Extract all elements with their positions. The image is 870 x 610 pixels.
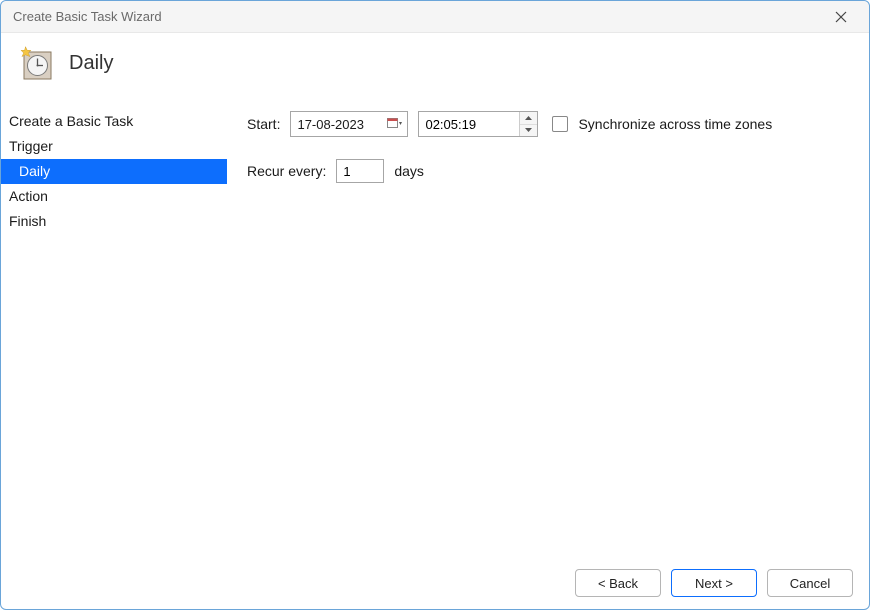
- sync-checkbox[interactable]: [552, 116, 568, 132]
- wizard-header: Daily: [1, 33, 869, 105]
- recur-unit: days: [394, 163, 424, 179]
- recur-input[interactable]: [336, 159, 384, 183]
- time-spinner: [519, 112, 537, 136]
- date-picker[interactable]: 17-08-2023: [290, 111, 408, 137]
- clock-wizard-icon: [19, 45, 55, 81]
- sync-label: Synchronize across time zones: [578, 116, 772, 132]
- sidebar-item-finish[interactable]: Finish: [1, 209, 227, 234]
- wizard-content: Start: 17-08-2023 02:05:19: [227, 105, 869, 555]
- wizard-body: Create a Basic Task Trigger Daily Action…: [1, 105, 869, 555]
- back-button[interactable]: < Back: [575, 569, 661, 597]
- start-row: Start: 17-08-2023 02:05:19: [247, 111, 853, 137]
- next-button[interactable]: Next >: [671, 569, 757, 597]
- wizard-sidebar: Create a Basic Task Trigger Daily Action…: [1, 105, 227, 555]
- recur-label: Recur every:: [247, 163, 326, 179]
- start-label: Start:: [247, 116, 280, 132]
- titlebar: Create Basic Task Wizard: [1, 1, 869, 33]
- chevron-up-icon: [525, 116, 532, 120]
- date-value: 17-08-2023: [297, 117, 364, 132]
- sidebar-item-trigger[interactable]: Trigger: [1, 134, 227, 159]
- spinner-up-button[interactable]: [520, 112, 537, 125]
- sidebar-item-create[interactable]: Create a Basic Task: [1, 109, 227, 134]
- recur-row: Recur every: days: [247, 159, 853, 183]
- close-button[interactable]: [823, 3, 859, 31]
- sidebar-item-action[interactable]: Action: [1, 184, 227, 209]
- chevron-down-icon: [525, 128, 532, 132]
- sidebar-item-daily[interactable]: Daily: [1, 159, 227, 184]
- time-picker[interactable]: 02:05:19: [418, 111, 538, 137]
- window-title: Create Basic Task Wizard: [13, 9, 162, 24]
- wizard-footer: < Back Next > Cancel: [1, 557, 869, 609]
- calendar-dropdown-icon[interactable]: [387, 116, 403, 132]
- spinner-down-button[interactable]: [520, 125, 537, 137]
- page-title: Daily: [69, 52, 113, 75]
- time-value: 02:05:19: [419, 117, 519, 132]
- close-icon: [835, 11, 847, 23]
- cancel-button[interactable]: Cancel: [767, 569, 853, 597]
